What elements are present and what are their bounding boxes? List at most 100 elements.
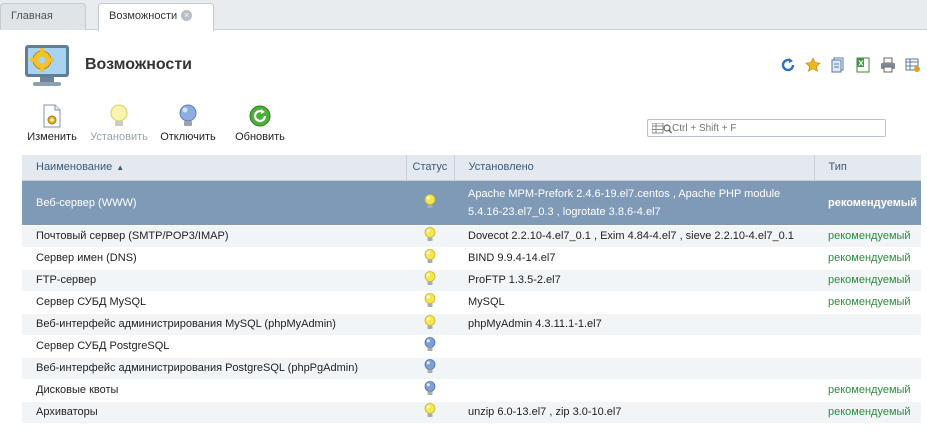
row-installed: BIND 9.9.4-14.el7 [454, 247, 814, 270]
lightbulb-on-icon [424, 193, 436, 212]
row-name: Сервер СУБД PostgreSQL [22, 335, 406, 358]
toolbar: Изменить Установить Отключить Обновить [22, 104, 300, 143]
search-input[interactable] [672, 121, 882, 135]
column-name-label: Наименование [36, 161, 113, 174]
status-cell [406, 269, 454, 292]
status-cell [406, 247, 454, 270]
row-installed: Apache MPM-Prefork 2.4.6-19.el7.centos ,… [454, 180, 814, 226]
status-cell [406, 180, 454, 226]
table-row[interactable]: FTP-сервер ProFTP 1.3.5-2.el7 рекомендуе… [22, 269, 921, 292]
row-installed: Dovecot 2.2.10-4.el7_0.1 , Exim 4.84-4.e… [454, 225, 814, 248]
status-cell [406, 291, 454, 314]
update-icon [248, 104, 272, 128]
row-name: Архиваторы [22, 401, 406, 424]
tab-home[interactable]: Главная [0, 3, 86, 30]
status-cell [406, 313, 454, 336]
update-button[interactable]: Обновить [220, 104, 300, 143]
row-name: Веб-интерфейс администрирования MySQL (p… [22, 313, 406, 336]
lightbulb-on-icon [424, 315, 436, 333]
row-type: рекомендуемый [814, 401, 921, 424]
row-name: Веб-сервер (WWW) [22, 180, 406, 226]
row-name: Дисковые квоты [22, 379, 406, 402]
lightbulb-on-icon [424, 403, 436, 421]
lightbulb-off-icon [424, 381, 436, 399]
status-cell [406, 335, 454, 358]
table-row[interactable]: Архиваторы unzip 6.0-13.el7 , zip 3.0-10… [22, 401, 921, 424]
lightbulb-on-icon [107, 104, 131, 128]
column-header-status[interactable]: Статус [406, 155, 455, 181]
status-cell [406, 401, 454, 424]
top-tools: X [779, 56, 921, 73]
install-label: Установить [90, 131, 148, 143]
features-gear-monitor-icon [22, 41, 72, 89]
row-type: рекомендуемый [814, 225, 921, 248]
lightbulb-on-icon [424, 271, 436, 289]
table-row[interactable]: Сервер имен (DNS) BIND 9.9.4-14.el7 реко… [22, 247, 921, 270]
table-row[interactable]: Сервер СУБД PostgreSQL [22, 335, 921, 358]
disable-label: Отключить [160, 131, 216, 143]
print-icon[interactable] [879, 56, 896, 73]
lightbulb-off-icon [176, 104, 200, 128]
row-name: Почтовый сервер (SMTP/POP3/IMAP) [22, 225, 406, 248]
sort-ascending-icon: ▲ [116, 163, 125, 173]
column-header-installed[interactable]: Установлено [454, 155, 815, 181]
page-title: Возможности [85, 56, 192, 73]
table-row[interactable]: Почтовый сервер (SMTP/POP3/IMAP) Dovecot… [22, 225, 921, 248]
table-row[interactable]: Веб-интерфейс администрирования MySQL (p… [22, 313, 921, 336]
quick-search [647, 119, 886, 137]
edit-icon [40, 104, 64, 128]
row-type: рекомендуемый [814, 291, 921, 314]
row-installed [454, 357, 814, 380]
edit-button[interactable]: Изменить [22, 104, 82, 143]
row-name: Сервер имен (DNS) [22, 247, 406, 270]
row-type: рекомендуемый [814, 180, 921, 226]
row-type [814, 357, 921, 380]
search-filter-icon [651, 122, 673, 134]
tab-features-label: Возможности [109, 10, 178, 22]
star-icon[interactable] [804, 56, 821, 73]
row-installed: MySQL [454, 291, 814, 314]
tab-bar: Главная Возможности × [0, 0, 927, 31]
row-type [814, 335, 921, 358]
column-type-label: Тип [828, 161, 847, 174]
close-tab-icon[interactable]: × [181, 9, 193, 21]
table-row[interactable]: Веб-сервер (WWW) Apache MPM-Prefork 2.4.… [22, 180, 921, 226]
tab-features[interactable]: Возможности × [98, 3, 214, 31]
row-type: рекомендуемый [814, 269, 921, 292]
column-status-label: Статус [412, 161, 448, 174]
row-type: рекомендуемый [814, 379, 921, 402]
row-installed [454, 335, 814, 358]
tab-home-label: Главная [11, 10, 53, 22]
column-installed-label: Установлено [468, 161, 534, 174]
row-type [814, 313, 921, 336]
row-name: Сервер СУБД MySQL [22, 291, 406, 314]
install-button[interactable]: Установить [82, 104, 156, 143]
row-name: Веб-интерфейс администрирования PostgreS… [22, 357, 406, 380]
row-name: FTP-сервер [22, 269, 406, 292]
table-row[interactable]: Сервер СУБД MySQL MySQL рекомендуемый [22, 291, 921, 314]
table-row[interactable]: Дисковые квоты рекомендуемый [22, 379, 921, 402]
lightbulb-off-icon [424, 359, 436, 377]
lightbulb-off-icon [424, 337, 436, 355]
lightbulb-on-icon [424, 227, 436, 245]
refresh-icon[interactable] [779, 56, 796, 73]
lightbulb-on-icon [424, 249, 436, 267]
column-header-type[interactable]: Тип [814, 155, 921, 181]
status-cell [406, 379, 454, 402]
row-installed: unzip 6.0-13.el7 , zip 3.0-10.el7 [454, 401, 814, 424]
table-row[interactable]: Веб-интерфейс администрирования PostgreS… [22, 357, 921, 380]
svg-text:X: X [858, 59, 864, 67]
row-type: рекомендуемый [814, 247, 921, 270]
disable-button[interactable]: Отключить [156, 104, 220, 143]
copy-icon[interactable] [829, 56, 846, 73]
excel-icon[interactable]: X [854, 56, 871, 73]
column-header-name[interactable]: Наименование ▲ [22, 155, 407, 181]
row-installed: ProFTP 1.3.5-2.el7 [454, 269, 814, 292]
row-installed [454, 379, 814, 402]
table-settings-icon[interactable] [904, 56, 921, 73]
features-table: Наименование ▲ Статус Установлено Тип Веб… [22, 155, 921, 424]
lightbulb-on-icon [424, 293, 436, 311]
row-installed: phpMyAdmin 4.3.11.1-1.el7 [454, 313, 814, 336]
status-cell [406, 225, 454, 248]
table-header-row: Наименование ▲ Статус Установлено Тип [22, 155, 921, 181]
